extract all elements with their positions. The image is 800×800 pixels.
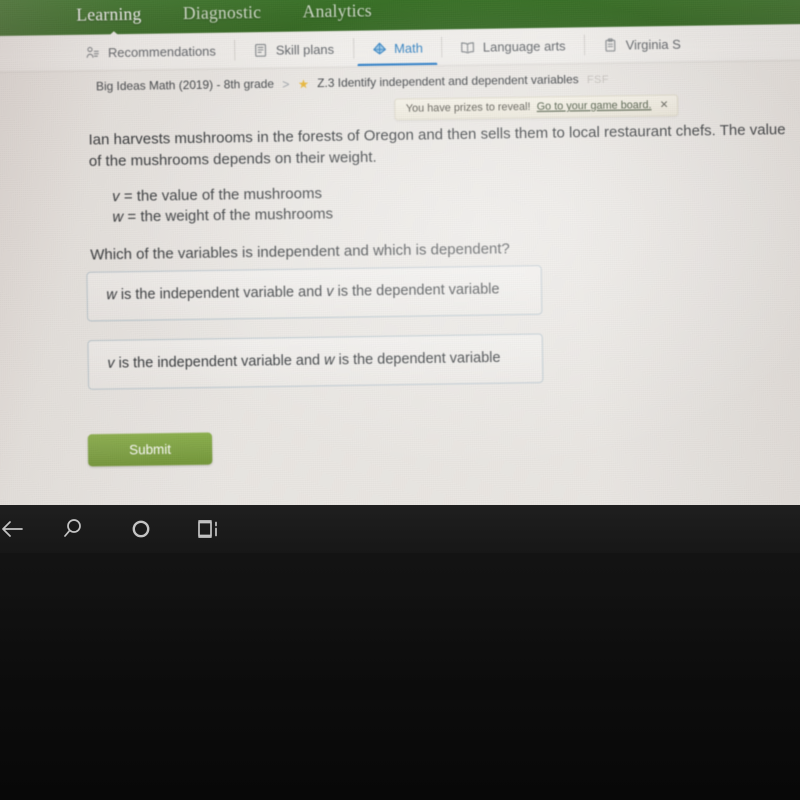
- top-nav-item-analytics[interactable]: Analytics: [298, 0, 376, 25]
- variable-symbol: v: [112, 188, 120, 206]
- question-paragraph: Ian harvests mushrooms in the forests of…: [88, 121, 786, 171]
- breadcrumb: Big Ideas Math (2019) - 8th grade > ★ Z.…: [96, 73, 609, 95]
- tab-label: Virginia S: [625, 36, 681, 53]
- question-prompt: Which of the variables is independent an…: [90, 240, 510, 264]
- breadcrumb-skill: Z.3 Identify independent and dependent v…: [317, 74, 579, 91]
- skill-plans-icon: [253, 42, 269, 58]
- prize-message: You have prizes to reveal!: [405, 100, 531, 115]
- tab-label: Language arts: [482, 38, 566, 55]
- answer-choice-2[interactable]: v is the independent variable and w is t…: [87, 333, 544, 390]
- variable-description: the weight of the mushrooms: [140, 206, 334, 226]
- tablet-screen: Learning Diagnostic Analytics Recommenda…: [0, 0, 800, 523]
- choice-end-text: is the dependent variable: [334, 348, 501, 368]
- skill-code: FSF: [586, 73, 610, 87]
- tab-recommendations[interactable]: Recommendations: [0, 33, 235, 73]
- device-photo: Learning Diagnostic Analytics Recommenda…: [0, 0, 800, 800]
- choice-second-variable: w: [323, 350, 335, 368]
- choice-end-text: is the dependent variable: [333, 280, 500, 300]
- question-body: Ian harvests mushrooms in the forests of…: [88, 120, 794, 267]
- game-board-link[interactable]: Go to your game board.: [537, 99, 652, 113]
- tab-label: Skill plans: [275, 42, 335, 58]
- variable-description: the value of the mushrooms: [136, 185, 323, 205]
- variable-symbol: w: [112, 209, 124, 226]
- submit-button[interactable]: Submit: [87, 432, 213, 467]
- favorite-star-icon[interactable]: ★: [298, 77, 309, 92]
- answer-choices: w is the independent variable and v is t…: [86, 265, 544, 390]
- math-icon: [371, 41, 387, 57]
- tab-virginia-standards[interactable]: Virginia S: [584, 26, 700, 64]
- top-nav-items: Learning Diagnostic Analytics: [72, 0, 376, 29]
- top-nav-item-learning[interactable]: Learning: [72, 1, 146, 29]
- recent-apps-button[interactable]: [192, 516, 224, 542]
- tab-language-arts[interactable]: Language arts: [441, 27, 584, 65]
- prize-banner: You have prizes to reveal! Go to your ga…: [394, 94, 678, 121]
- breadcrumb-separator: >: [282, 77, 290, 92]
- variable-equals: =: [123, 188, 133, 206]
- choice-first-variable: w: [106, 285, 117, 303]
- choice-mid-text: is the independent variable and: [116, 282, 327, 303]
- tab-skill-plans[interactable]: Skill plans: [234, 31, 353, 69]
- back-button[interactable]: [0, 516, 32, 542]
- breadcrumb-course[interactable]: Big Ideas Math (2019) - 8th grade: [96, 79, 274, 94]
- close-icon[interactable]: ✕: [660, 99, 669, 111]
- book-icon: [460, 39, 476, 55]
- ixl-page: Learning Diagnostic Analytics Recommenda…: [0, 0, 800, 523]
- recommendations-icon: [85, 45, 101, 61]
- answer-choice-1[interactable]: w is the independent variable and v is t…: [86, 265, 543, 322]
- top-nav-item-diagnostic[interactable]: Diagnostic: [179, 0, 266, 27]
- clipboard-icon: [603, 37, 619, 53]
- tab-math[interactable]: Math: [352, 30, 441, 68]
- choice-mid-text: is the independent variable and: [114, 351, 325, 371]
- variable-equals: =: [127, 209, 137, 226]
- tab-label: Math: [393, 40, 423, 56]
- variable-definitions: v = the value of the mushrooms w = the w…: [112, 176, 794, 227]
- tab-label: Recommendations: [107, 43, 216, 60]
- android-navigation-bar: [0, 505, 800, 553]
- home-button[interactable]: [126, 516, 156, 542]
- search-button[interactable]: [60, 516, 90, 542]
